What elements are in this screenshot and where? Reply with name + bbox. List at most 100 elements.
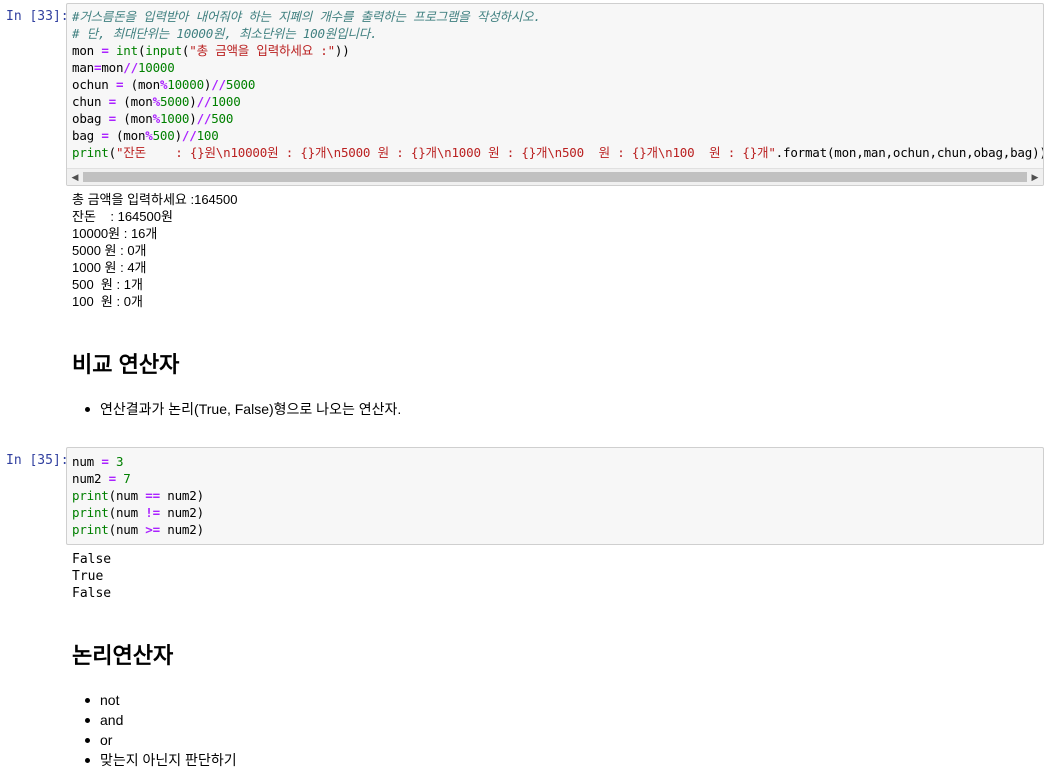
code-token: 500 [211, 111, 234, 126]
code-token: // [211, 77, 226, 92]
code-token: # 단, 최대단위는 10000원, 최소단위는 100원입니다. [72, 26, 378, 41]
code-token: input [145, 43, 182, 58]
code-token: 7 [123, 471, 131, 486]
code-token: (mon [108, 128, 146, 143]
code-token: num2) [159, 505, 204, 520]
code-token: ) [189, 94, 197, 109]
code-line[interactable]: bag = (mon%500)//100 [67, 127, 1043, 144]
code-token: 500 [152, 128, 175, 143]
code-token: "총 금액을 입력하세요 :" [189, 43, 335, 58]
code-cell-35[interactable]: num = 3 num2 = 7 print(num == num2) print(n… [66, 447, 1044, 545]
code-token: (mon [123, 77, 161, 92]
code-token: chun [72, 94, 109, 109]
code-cell-33[interactable]: #거스름돈을 입력받아 내어줘야 하는 지폐의 개수를 출력하는 프로그램을 작… [66, 3, 1044, 186]
code-line[interactable]: print("잔돈 : {}원\n10000원 : {}개\n5000 원 : … [67, 144, 1043, 161]
code-token: print [72, 145, 109, 160]
code-token: % [152, 94, 161, 109]
code-token: print [72, 522, 109, 537]
code-token: = [101, 43, 109, 58]
code-token: // [196, 94, 212, 109]
code-token: ( [108, 145, 117, 160]
code-token: (num [108, 505, 146, 520]
code-token: obag [72, 111, 109, 126]
code-editor-33[interactable]: #거스름돈을 입력받아 내어줘야 하는 지폐의 개수를 출력하는 프로그램을 작… [67, 4, 1043, 161]
code-token: // [181, 128, 197, 143]
code-token: mon [101, 60, 124, 75]
code-token: ochun [72, 77, 116, 92]
list-item: 맞는지 아닌지 판단하기 [82, 750, 237, 770]
code-token: 1000 [211, 94, 241, 109]
code-token: 5000 [225, 77, 256, 92]
code-token: num [72, 454, 102, 469]
code-token: num2 [72, 471, 109, 486]
markdown-heading-comparison: 비교 연산자 [72, 352, 180, 377]
code-token: % [145, 128, 153, 143]
code-token: bag [72, 128, 102, 143]
markdown-list-comparison: 연산결과가 논리(True, False)형으로 나오는 연산자. [82, 399, 401, 419]
scroll-left-arrow-icon[interactable]: ◀ [67, 169, 83, 185]
code-token: = [108, 471, 117, 486]
code-token: mon [72, 43, 102, 58]
code-token: .format(mon,man,ochun,chun,obag,bag)) [775, 145, 1044, 160]
cell-output-33: 총 금액을 입력하세요 :164500 잔돈 : 164500원 10000원 … [72, 192, 238, 309]
code-line[interactable]: #거스름돈을 입력받아 내어줘야 하는 지폐의 개수를 출력하는 프로그램을 작… [67, 8, 1043, 25]
cell-output-35: False True False [72, 552, 112, 601]
code-token: print [72, 488, 109, 503]
code-token: )) [334, 43, 350, 58]
list-item: 연산결과가 논리(True, False)형으로 나오는 연산자. [82, 399, 401, 419]
markdown-list-logical: not and or 맞는지 아닌지 판단하기 [82, 690, 237, 770]
code-token: "잔돈 : {}원\n10000원 : {}개\n5000 원 : {}개\n1… [115, 145, 776, 160]
scrollbar-thumb[interactable] [83, 172, 1027, 182]
code-token: != [145, 505, 160, 520]
list-item: not [82, 690, 237, 710]
code-line[interactable]: print(num != num2) [67, 504, 1043, 521]
code-token: 10000 [137, 60, 175, 75]
code-token: ) [174, 128, 183, 143]
code-line[interactable]: print(num >= num2) [67, 521, 1043, 538]
code-token: man [72, 60, 94, 75]
list-item: and [82, 710, 237, 730]
code-line[interactable]: obag = (mon%1000)//500 [67, 110, 1043, 127]
code-token: 10000 [167, 77, 204, 92]
code-token: #거스름돈을 입력받아 내어줘야 하는 지폐의 개수를 출력하는 프로그램을 작… [72, 9, 541, 24]
code-token: num2) [159, 488, 204, 503]
code-token: (mon [115, 94, 153, 109]
code-token: num2) [159, 522, 204, 537]
code-token: = [108, 111, 117, 126]
code-line[interactable]: num2 = 7 [67, 470, 1043, 487]
code-line[interactable]: num = 3 [67, 453, 1043, 470]
code-token: = [101, 454, 109, 469]
code-line[interactable]: print(num == num2) [67, 487, 1043, 504]
markdown-heading-logical: 논리연산자 [72, 643, 174, 668]
code-line[interactable]: man=mon//10000 [67, 59, 1043, 76]
code-token: (mon [115, 111, 153, 126]
code-token: // [123, 60, 138, 75]
code-token: (num [108, 488, 146, 503]
code-token: (num [108, 522, 146, 537]
code-token: 5000 [159, 94, 190, 109]
cell-prompt-33: In [33]: [6, 9, 69, 24]
cell-prompt-35: In [35]: [6, 453, 69, 468]
code-token: 1000 [159, 111, 190, 126]
code-editor-35[interactable]: num = 3 num2 = 7 print(num == num2) print(n… [67, 448, 1043, 538]
code-token: % [152, 111, 161, 126]
code-token: >= [145, 522, 160, 537]
code-line[interactable]: chun = (mon%5000)//1000 [67, 93, 1043, 110]
code-line[interactable]: mon = int(input("총 금액을 입력하세요 :")) [67, 42, 1043, 59]
code-token: ) [189, 111, 197, 126]
code-token: 100 [196, 128, 219, 143]
scroll-right-arrow-icon[interactable]: ▶ [1027, 169, 1043, 185]
list-item: or [82, 730, 237, 750]
code-token: = [108, 94, 117, 109]
code-line[interactable]: ochun = (mon%10000)//5000 [67, 76, 1043, 93]
code-token: int [115, 43, 138, 58]
code-token: print [72, 505, 109, 520]
code-token: == [145, 488, 160, 503]
code-token: = [101, 128, 109, 143]
horizontal-scrollbar[interactable]: ◀ ▶ [67, 168, 1043, 185]
code-token: 3 [115, 454, 124, 469]
code-line[interactable]: # 단, 최대단위는 10000원, 최소단위는 100원입니다. [67, 25, 1043, 42]
code-token: // [196, 111, 212, 126]
